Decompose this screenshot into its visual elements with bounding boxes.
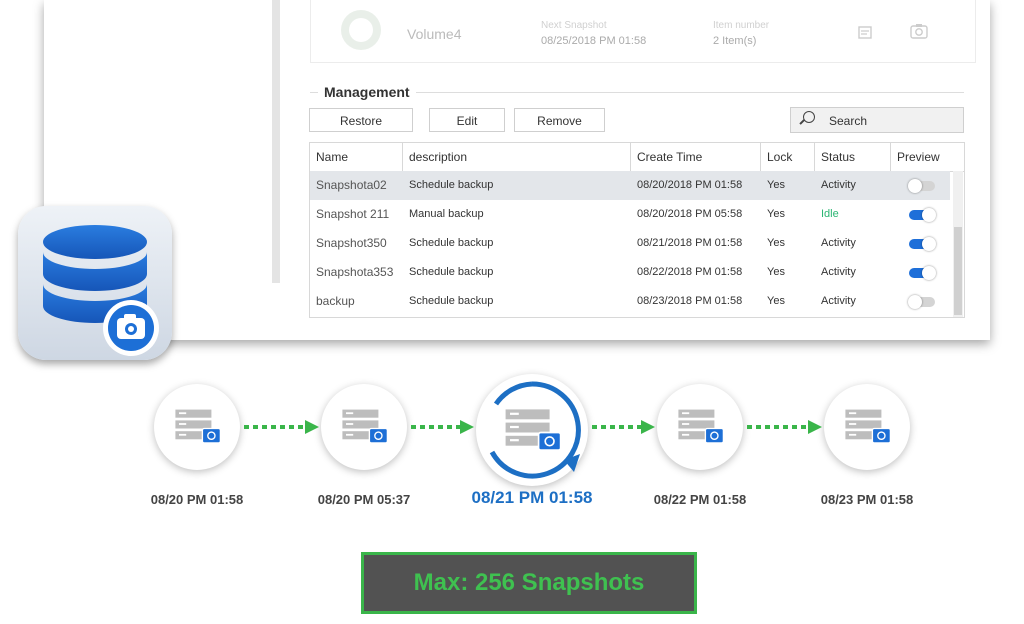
table-row[interactable]: Snapshota02 Schedule backup 08/20/2018 P… xyxy=(310,171,950,200)
next-snapshot-label: Next Snapshot xyxy=(541,20,607,31)
server-camera-icon xyxy=(673,406,727,452)
remove-button[interactable]: Remove xyxy=(514,108,605,132)
row-name: Snapshota02 xyxy=(316,178,387,192)
preview-toggle[interactable] xyxy=(909,266,936,280)
row-create-time: 08/21/2018 PM 01:58 xyxy=(637,237,743,249)
column-header-name[interactable]: Name xyxy=(310,143,403,171)
snapshot-date: 08/22 PM 01:58 xyxy=(653,492,747,507)
restore-arrow-icon xyxy=(489,381,581,479)
preview-toggle[interactable] xyxy=(909,237,936,251)
preview-toggle[interactable] xyxy=(908,179,935,193)
row-status: Activity xyxy=(821,295,856,307)
flow-arrow xyxy=(409,419,474,440)
volume-card[interactable]: Volume4 Next Snapshot 08/25/2018 PM 01:5… xyxy=(310,0,976,63)
edit-button[interactable]: Edit xyxy=(429,108,505,132)
sidebar-scrollbar[interactable] xyxy=(272,0,280,283)
snapshot-table: Name description Create Time Lock Status… xyxy=(309,142,965,318)
max-snapshots-banner: Max: 256 Snapshots xyxy=(361,552,697,614)
row-name: backup xyxy=(316,294,355,308)
row-description: Schedule backup xyxy=(409,179,494,191)
snapshot-date: 08/20 PM 01:58 xyxy=(150,492,244,507)
row-status: Activity xyxy=(821,237,856,249)
restore-button[interactable]: Restore xyxy=(309,108,413,132)
column-header-lock[interactable]: Lock xyxy=(761,143,815,171)
table-row[interactable]: Snapshota353 Schedule backup 08/22/2018 … xyxy=(310,258,950,287)
row-lock: Yes xyxy=(767,179,785,191)
column-header-preview[interactable]: Preview xyxy=(891,143,964,171)
row-create-time: 08/22/2018 PM 01:58 xyxy=(637,266,743,278)
item-number-label: Item number xyxy=(713,20,770,31)
calendar-icon[interactable] xyxy=(857,24,873,44)
table-row[interactable]: Snapshot350 Schedule backup 08/21/2018 P… xyxy=(310,229,950,258)
table-row[interactable]: Snapshot 211 Manual backup 08/20/2018 PM… xyxy=(310,200,950,229)
item-number-value: 2 Item(s) xyxy=(713,35,757,47)
row-name: Snapshot 211 xyxy=(316,207,390,221)
preview-toggle[interactable] xyxy=(908,295,935,309)
row-create-time: 08/20/2018 PM 01:58 xyxy=(637,179,743,191)
row-description: Schedule backup xyxy=(409,237,494,249)
table-row[interactable]: backup Schedule backup 08/23/2018 PM 01:… xyxy=(310,287,950,316)
row-description: Schedule backup xyxy=(409,295,494,307)
app-window: Volume4 Next Snapshot 08/25/2018 PM 01:5… xyxy=(44,0,990,340)
column-header-description[interactable]: description xyxy=(403,143,631,171)
snapshot-node[interactable] xyxy=(154,384,240,470)
row-create-time: 08/20/2018 PM 05:58 xyxy=(637,208,743,220)
search-placeholder: Search xyxy=(829,114,868,128)
row-description: Manual backup xyxy=(409,208,484,220)
row-name: Snapshota353 xyxy=(316,265,394,279)
row-lock: Yes xyxy=(767,295,785,307)
row-lock: Yes xyxy=(767,266,785,278)
database-camera-icon xyxy=(18,206,172,360)
snapshot-node[interactable] xyxy=(321,384,407,470)
preview-toggle[interactable] xyxy=(909,208,936,222)
snapshot-date: 08/23 PM 01:58 xyxy=(820,492,914,507)
flow-arrow xyxy=(590,419,655,440)
row-status: Activity xyxy=(821,266,856,278)
server-camera-icon xyxy=(170,406,224,452)
snapshot-date: 08/21 PM 01:58 xyxy=(471,488,593,507)
flow-arrow xyxy=(745,419,822,440)
row-description: Schedule backup xyxy=(409,266,494,278)
snapshot-date: 08/20 PM 05:37 xyxy=(317,492,411,507)
next-snapshot-value: 08/25/2018 PM 01:58 xyxy=(541,35,647,47)
row-create-time: 08/23/2018 PM 01:58 xyxy=(637,295,743,307)
search-input[interactable]: Search xyxy=(790,107,964,133)
table-header: Name description Create Time Lock Status… xyxy=(310,143,964,172)
camera-icon[interactable] xyxy=(909,22,929,44)
row-lock: Yes xyxy=(767,237,785,249)
server-camera-icon xyxy=(840,406,894,452)
snapshot-node[interactable] xyxy=(476,374,588,486)
volume-usage-icon xyxy=(341,10,381,50)
flow-arrow xyxy=(242,419,319,440)
management-title: Management xyxy=(318,84,416,100)
row-status: Activity xyxy=(821,179,856,191)
snapshot-node[interactable] xyxy=(657,384,743,470)
row-name: Snapshot350 xyxy=(316,236,387,250)
column-header-create-time[interactable]: Create Time xyxy=(631,143,761,171)
row-status: Idle xyxy=(821,208,839,220)
column-header-status[interactable]: Status xyxy=(815,143,891,171)
scrollbar-thumb[interactable] xyxy=(954,227,962,315)
server-camera-icon xyxy=(337,406,391,452)
snapshot-node[interactable] xyxy=(824,384,910,470)
search-icon xyxy=(803,111,815,123)
volume-name: Volume4 xyxy=(407,26,462,42)
row-lock: Yes xyxy=(767,208,785,220)
table-scrollbar[interactable] xyxy=(953,171,963,317)
